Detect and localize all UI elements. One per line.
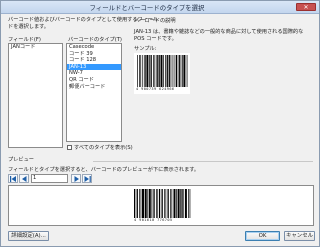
barcode-bar [163, 55, 164, 87]
next-page-icon [74, 176, 79, 182]
barcode-bar [140, 55, 142, 87]
barcode-bar [146, 55, 149, 87]
barcode-bar [166, 55, 168, 87]
close-button[interactable]: ✕ [296, 3, 316, 11]
show-all-types-checkbox[interactable] [67, 145, 72, 150]
show-all-types-label: すべてのタイプを表示(S) [74, 145, 133, 151]
next-page-button[interactable] [71, 174, 81, 183]
barcode-bar [178, 55, 180, 87]
barcode-bar [144, 55, 146, 87]
barcode-bar [156, 55, 158, 87]
barcode-bar [137, 55, 138, 87]
barcode-type-item-selected[interactable]: JAN-13 [67, 63, 121, 71]
barcode-bar [172, 55, 174, 87]
barcode-type-item[interactable]: QR コード [67, 77, 121, 84]
field-listbox[interactable]: JANコード [8, 43, 63, 148]
barcode-bar [161, 189, 163, 218]
previous-page-button[interactable] [19, 174, 29, 183]
barcode-bar [170, 55, 172, 87]
barcode-bar [168, 55, 170, 87]
barcode-bar [183, 55, 186, 87]
sample-label: サンプル: [134, 46, 157, 52]
barcode-type-item[interactable]: NW-7 [67, 70, 121, 77]
barcode-bar [158, 189, 161, 218]
cancel-button[interactable]: キャンセル [284, 231, 315, 241]
barcode-bar [182, 55, 183, 87]
barcode-bar [177, 189, 180, 218]
barcode-bar [167, 189, 169, 218]
last-page-button[interactable] [82, 174, 92, 183]
barcode-bar [165, 189, 167, 218]
previous-page-icon [22, 176, 27, 182]
barcode-bar [142, 189, 144, 218]
barcode-bar [139, 189, 140, 218]
first-page-button[interactable] [8, 174, 18, 183]
page-number-input[interactable]: 1 [31, 174, 68, 183]
preview-hint: フィールドとタイプを選択すると、バーコードのプレビューが下に表示されます。 [8, 167, 200, 173]
title-bar: フィールドとバーコードのタイプを選択 ✕ [1, 1, 319, 14]
sample-barcode-bars [137, 55, 188, 87]
window-title: フィールドとバーコードのタイプを選択 [89, 4, 205, 12]
barcode-bar [136, 189, 138, 218]
preview-barcode-image: 4 901610 776705 [131, 187, 193, 225]
barcode-bar [170, 189, 171, 218]
sample-barcode-digits: 4 900739 624966 [136, 87, 175, 91]
barcode-bar [174, 55, 176, 87]
barcode-bar [154, 55, 156, 87]
barcode-bar [139, 55, 140, 87]
barcode-bar [142, 55, 144, 87]
ok-button[interactable]: OK [245, 231, 280, 241]
barcode-type-listbox[interactable]: Casecode コード 39 コード 128 JAN-13 NW-7 QR コ… [66, 43, 122, 142]
barcode-bar [176, 55, 178, 87]
barcode-type-label: バーコードのタイプ(T) [68, 37, 122, 43]
barcode-bar [149, 55, 150, 87]
barcode-bar [144, 189, 147, 218]
barcode-bar [164, 189, 165, 218]
barcode-bar [165, 55, 166, 87]
barcode-bar [134, 189, 136, 218]
field-list-item[interactable]: JANコード [9, 44, 62, 51]
barcode-bar [171, 189, 173, 218]
preview-barcode-digits: 4 901610 776705 [134, 218, 173, 222]
barcode-bar [150, 55, 152, 87]
barcode-bar [153, 55, 154, 87]
barcode-bar [176, 189, 177, 218]
details-button[interactable]: 詳細設定(A)... [8, 231, 49, 241]
last-page-icon [84, 176, 91, 182]
preview-label: プレビュー [8, 157, 34, 163]
description-text: JAN-13 は、書籍や雑誌などの一般的な商品に対して使用される国際的な POS… [134, 29, 304, 42]
preview-barcode-bars [134, 189, 191, 218]
sample-barcode-image: 4 900739 624966 [134, 53, 190, 94]
barcode-type-item[interactable]: Casecode [67, 44, 121, 51]
barcode-bar [156, 189, 158, 218]
description-label: バーコードの説明 [134, 18, 176, 24]
barcode-bar [152, 189, 154, 218]
barcode-bar [189, 189, 191, 218]
first-page-icon [10, 176, 16, 182]
barcode-bar [158, 55, 160, 87]
barcode-bar [173, 189, 176, 218]
barcode-bar [160, 55, 163, 87]
barcode-bar [151, 189, 153, 218]
barcode-bar [148, 189, 151, 218]
preview-area: 4 901610 776705 [8, 185, 314, 226]
barcode-bar [154, 189, 155, 218]
preview-divider [93, 161, 313, 162]
barcode-bar [180, 189, 182, 218]
barcode-bar [186, 55, 188, 87]
barcode-bar [180, 55, 182, 87]
barcode-type-item[interactable]: コード 128 [67, 57, 121, 64]
dialog-window: フィールドとバーコードのタイプを選択 ✕ バーコード値およびバーコードのタイプと… [0, 0, 320, 247]
field-list-label: フィールド(F) [8, 37, 41, 43]
barcode-bar [182, 189, 184, 218]
barcode-bar [184, 189, 187, 218]
barcode-bar [188, 189, 189, 218]
barcode-bar [140, 189, 142, 218]
barcode-type-item[interactable]: 郵便バーコード [67, 84, 121, 91]
barcode-bar [147, 189, 149, 218]
